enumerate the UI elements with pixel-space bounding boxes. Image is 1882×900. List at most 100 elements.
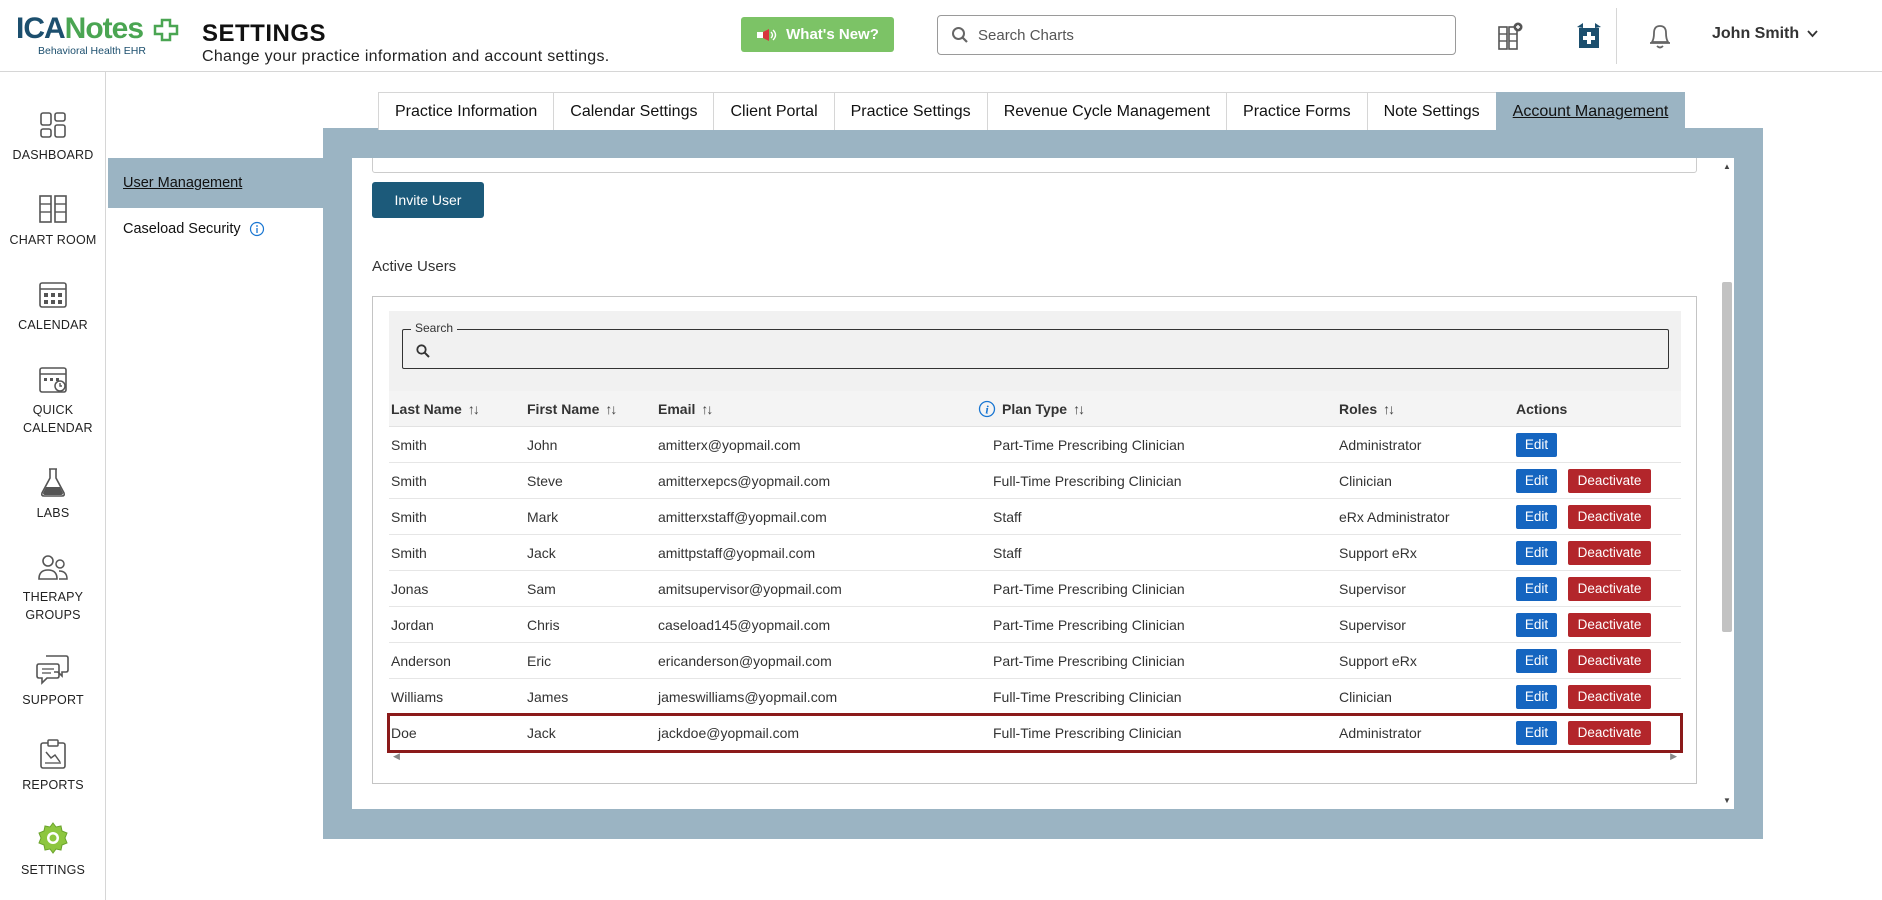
cell-plan-type: Part-Time Prescribing Clinician xyxy=(993,436,1185,453)
edit-button[interactable]: Edit xyxy=(1516,684,1557,709)
tab-note-settings[interactable]: Note Settings xyxy=(1366,92,1497,130)
users-search-input[interactable] xyxy=(437,340,1637,362)
nav-label: CALENDAR xyxy=(18,318,88,332)
nav-chart-room[interactable]: CHART ROOM xyxy=(0,187,106,249)
cell-email: ericanderson@yopmail.com xyxy=(658,652,832,669)
info-icon[interactable] xyxy=(249,221,265,237)
horizontal-scrollbar[interactable]: ◀ ▶ xyxy=(389,751,1681,765)
cell-email: amitsupervisor@yopmail.com xyxy=(658,580,842,597)
edit-button[interactable]: Edit xyxy=(1516,468,1557,493)
tab-practice-forms[interactable]: Practice Forms xyxy=(1226,92,1368,130)
scroll-down-arrow-icon[interactable]: ▼ xyxy=(1723,796,1731,805)
nav-settings[interactable]: SETTINGS xyxy=(0,817,106,879)
edit-button[interactable]: Edit xyxy=(1516,540,1557,565)
users-search-field[interactable]: Search xyxy=(402,321,1669,369)
nav-support[interactable]: SUPPORT xyxy=(0,647,106,709)
cell-last-name: Smith xyxy=(391,508,427,525)
nav-labs[interactable]: LABS xyxy=(0,460,106,522)
edit-button[interactable]: Edit xyxy=(1516,720,1557,745)
cell-last-name: Smith xyxy=(391,472,427,489)
whats-new-button[interactable]: What's New? xyxy=(741,17,894,52)
user-menu[interactable]: John Smith xyxy=(1712,25,1818,43)
nav-dashboard[interactable]: DASHBOARD xyxy=(0,102,106,164)
edit-button[interactable]: Edit xyxy=(1516,612,1557,637)
col-email[interactable]: Email ↑↓ xyxy=(656,401,991,417)
scroll-right-arrow-icon[interactable]: ▶ xyxy=(1670,751,1677,765)
info-icon[interactable]: i xyxy=(978,400,996,418)
sort-icon[interactable]: ↑↓ xyxy=(468,401,480,417)
deactivate-button[interactable]: Deactivate xyxy=(1568,612,1651,637)
cell-role: eRx Administrator xyxy=(1339,508,1450,525)
cell-first-name: Mark xyxy=(527,508,559,525)
invite-user-button[interactable]: Invite User xyxy=(372,182,484,218)
col-first-name[interactable]: First Name ↑↓ xyxy=(525,401,656,417)
vertical-scrollbar[interactable]: ▲ ▼ xyxy=(1720,158,1734,809)
deactivate-button[interactable]: Deactivate xyxy=(1568,504,1651,529)
col-actions: Actions xyxy=(1516,400,1568,417)
tab-client-portal[interactable]: Client Portal xyxy=(713,92,835,130)
tab-calendar-settings[interactable]: Calendar Settings xyxy=(553,92,715,130)
reports-icon xyxy=(40,739,66,769)
search-charts-input[interactable] xyxy=(978,26,1438,44)
edit-button[interactable]: Edit xyxy=(1516,504,1557,529)
cell-role: Clinician xyxy=(1339,688,1392,705)
sort-icon[interactable]: ↑↓ xyxy=(1383,401,1395,417)
cell-email: amitterx@yopmail.com xyxy=(658,436,801,453)
bell-icon[interactable] xyxy=(1640,16,1680,56)
previous-field-box xyxy=(372,158,1697,173)
nav-label: SUPPORT xyxy=(22,693,84,707)
cell-role: Administrator xyxy=(1339,436,1422,453)
sort-icon[interactable]: ↑↓ xyxy=(701,401,713,417)
nav-label: THERAPY GROUPS xyxy=(22,590,84,622)
nav-reports[interactable]: REPORTS xyxy=(0,732,106,794)
col-plan-type[interactable]: i Plan Type ↑↓ xyxy=(978,400,1337,418)
scroll-up-arrow-icon[interactable]: ▲ xyxy=(1723,162,1731,171)
tab-account-management[interactable]: Account Management xyxy=(1495,92,1686,130)
tab-practice-information[interactable]: Practice Information xyxy=(378,92,555,130)
sort-icon[interactable]: ↑↓ xyxy=(1073,401,1085,417)
search-charts-box[interactable] xyxy=(937,15,1456,55)
search-icon xyxy=(952,27,968,43)
subnav-caseload-label: Caseload Security xyxy=(123,221,241,237)
user-name: John Smith xyxy=(1712,25,1800,42)
deactivate-button[interactable]: Deactivate xyxy=(1568,720,1651,745)
table-row: Jonas Sam amitsupervisor@yopmail.com Par… xyxy=(389,571,1681,607)
cell-email: caseload145@yopmail.com xyxy=(658,616,831,633)
cell-last-name: Doe xyxy=(391,724,417,741)
tab-revenue-cycle-management[interactable]: Revenue Cycle Management xyxy=(986,92,1228,130)
subnav-user-management[interactable]: User Management xyxy=(108,158,324,208)
cell-last-name: Jonas xyxy=(391,580,429,597)
nav-label: REPORTS xyxy=(22,778,84,792)
cell-plan-type: Staff xyxy=(993,508,1022,525)
edit-button[interactable]: Edit xyxy=(1516,432,1557,457)
col-roles[interactable]: Roles ↑↓ xyxy=(1337,401,1514,417)
nav-therapy-groups[interactable]: THERAPY GROUPS xyxy=(0,544,106,624)
edit-button[interactable]: Edit xyxy=(1516,648,1557,673)
cell-first-name: John xyxy=(527,436,558,453)
deactivate-button[interactable]: Deactivate xyxy=(1568,576,1651,601)
scroll-left-arrow-icon[interactable]: ◀ xyxy=(393,751,400,765)
rx-pad-icon[interactable] xyxy=(1569,16,1609,56)
user-management-panel: Invite User Active Users Search Last Nam… xyxy=(352,158,1734,809)
deactivate-button[interactable]: Deactivate xyxy=(1568,540,1651,565)
nav-label: CHART ROOM xyxy=(9,233,97,247)
table-row: Smith Jack amittpstaff@yopmail.com Staff… xyxy=(389,535,1681,571)
nav-calendar[interactable]: CALENDAR xyxy=(0,272,106,334)
subnav-caseload-security[interactable]: Caseload Security xyxy=(108,210,324,248)
cell-actions: Edit Deactivate xyxy=(1514,720,1674,745)
chart-cabinet-icon[interactable] xyxy=(1490,16,1530,56)
deactivate-button[interactable]: Deactivate xyxy=(1568,468,1651,493)
logo-ica: ICA xyxy=(16,12,66,45)
tab-practice-settings[interactable]: Practice Settings xyxy=(833,92,988,130)
deactivate-button[interactable]: Deactivate xyxy=(1568,648,1651,673)
scrollbar-thumb[interactable] xyxy=(1722,282,1732,632)
cell-first-name: Eric xyxy=(527,652,552,669)
icanotes-logo[interactable]: ICANotes Behavioral Health EHR xyxy=(16,12,179,60)
nav-quick-calendar[interactable]: QUICK CALENDAR xyxy=(0,357,106,437)
sort-icon[interactable]: ↑↓ xyxy=(605,401,617,417)
table-row: Smith Mark amitterxstaff@yopmail.com Sta… xyxy=(389,499,1681,535)
users-table: Last Name ↑↓ First Name ↑↓ Email ↑↓ i Plan … xyxy=(387,391,1683,753)
col-last-name[interactable]: Last Name ↑↓ xyxy=(389,401,525,417)
deactivate-button[interactable]: Deactivate xyxy=(1568,684,1651,709)
edit-button[interactable]: Edit xyxy=(1516,576,1557,601)
